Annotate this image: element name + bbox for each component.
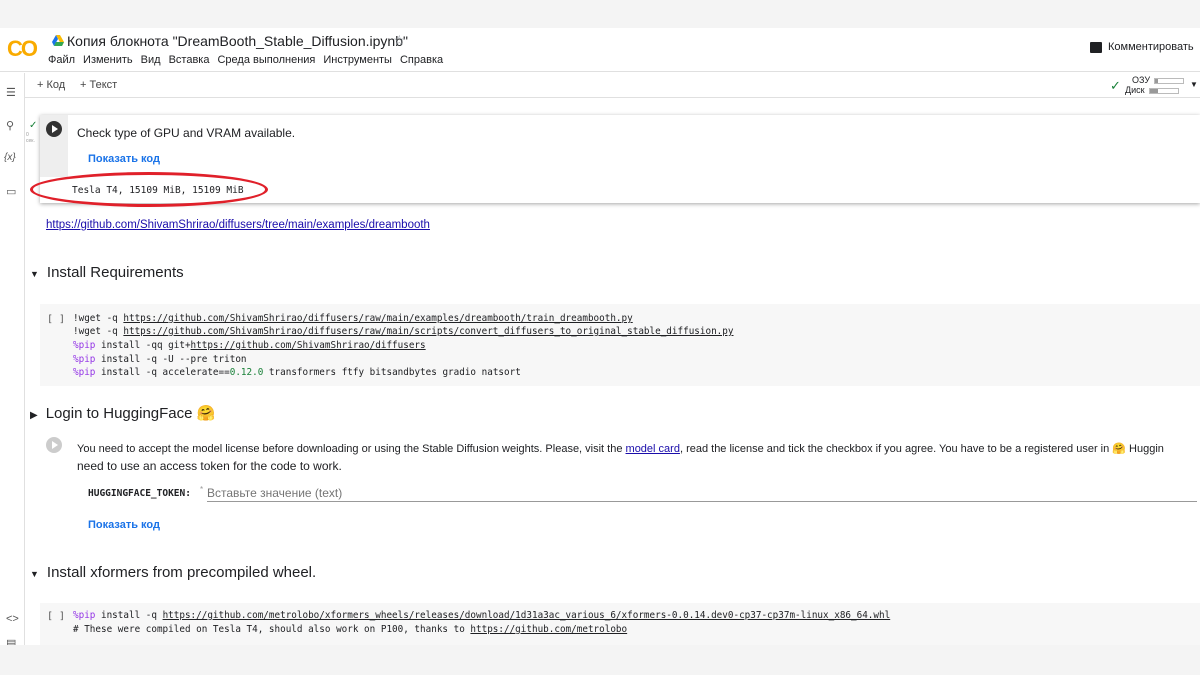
add-code-button[interactable]: + Код xyxy=(37,79,65,91)
dreambooth-link[interactable]: https://github.com/ShivamShrirao/diffuse… xyxy=(46,219,430,231)
resources-dropdown-icon[interactable]: ▼ xyxy=(1190,80,1198,89)
login-description: You need to accept the model license bef… xyxy=(77,443,1164,455)
section-title: Login to HuggingFace 🤗 xyxy=(45,405,216,422)
run-bracket[interactable]: [ ] xyxy=(47,611,65,622)
comment-button[interactable]: Комментировать xyxy=(1090,41,1194,53)
section-title: Install xformers from precompiled wheel. xyxy=(46,564,317,581)
folder-icon[interactable]: ▭ xyxy=(6,185,16,198)
token-label: HUGGINGFACE_TOKEN: xyxy=(88,488,191,499)
drive-icon[interactable] xyxy=(52,35,64,46)
run-button[interactable] xyxy=(46,121,62,137)
code-line: %pip install -q accelerate==0.12.0 trans… xyxy=(73,367,521,378)
menu-file[interactable]: Файл xyxy=(48,54,75,66)
disk-label: Диск xyxy=(1125,85,1145,95)
menu-insert[interactable]: Вставка xyxy=(169,54,210,66)
header: CO Копия блокнота "DreamBooth_Stable_Dif… xyxy=(0,28,1200,72)
menu-runtime[interactable]: Среда выполнения xyxy=(217,54,315,66)
search-icon[interactable]: ⚲ xyxy=(6,119,14,132)
menu-bar: Файл Изменить Вид Вставка Среда выполнен… xyxy=(48,54,443,66)
install-requirements-cell[interactable]: [ ] !wget -q https://github.com/ShivamSh… xyxy=(40,304,1200,386)
show-code-link[interactable]: Показать код xyxy=(88,519,160,531)
required-marker: * xyxy=(200,485,204,494)
comment-icon xyxy=(1090,41,1102,53)
section-title: Install Requirements xyxy=(46,264,184,281)
variables-icon[interactable]: {x} xyxy=(4,152,16,163)
collapse-icon[interactable]: ▼ xyxy=(30,269,39,279)
bottom-strip xyxy=(0,645,1200,675)
code-line: %pip install -q https://github.com/metro… xyxy=(73,610,891,621)
install-xformers-cell[interactable]: [ ] %pip install -q https://github.com/m… xyxy=(40,603,1200,645)
toolbar: + Код + Текст ✓ ОЗУ Диск ▼ xyxy=(25,73,1200,98)
toc-icon[interactable]: ☰ xyxy=(6,86,16,99)
model-card-link[interactable]: model card xyxy=(626,443,680,455)
ram-bar xyxy=(1154,77,1185,84)
code-comment: # These were compiled on Tesla T4, shoul… xyxy=(73,624,628,635)
section-install-xformers[interactable]: ▼ Install xformers from precompiled wheel… xyxy=(30,564,316,581)
section-login-huggingface[interactable]: ▶ Login to HuggingFace 🤗 xyxy=(30,404,215,422)
cell-gutter xyxy=(40,115,68,177)
run-button[interactable] xyxy=(46,437,62,453)
code-line: !wget -q https://github.com/ShivamShrira… xyxy=(73,313,633,324)
expand-icon[interactable]: ▶ xyxy=(30,410,38,421)
resources-indicator[interactable]: ОЗУ Диск xyxy=(1125,75,1185,95)
add-text-button[interactable]: + Текст xyxy=(80,79,117,91)
comment-label: Комментировать xyxy=(1108,41,1194,53)
section-install-requirements[interactable]: ▼ Install Requirements xyxy=(30,264,184,281)
login-description-2: need to use an access token for the code… xyxy=(77,459,342,473)
sidebar: ☰ ⚲ {x} ▭ <> ▤ xyxy=(0,73,25,675)
exec-check-icon: ✓ xyxy=(29,120,38,131)
run-bracket[interactable]: [ ] xyxy=(47,314,65,325)
highlight-ellipse xyxy=(30,172,268,207)
cell-title: Check type of GPU and VRAM available. xyxy=(77,126,296,140)
collapse-icon[interactable]: ▼ xyxy=(30,569,39,579)
menu-help[interactable]: Справка xyxy=(400,54,443,66)
token-input[interactable] xyxy=(207,484,1197,502)
show-code-link[interactable]: Показать код xyxy=(88,153,160,165)
menu-tools[interactable]: Инструменты xyxy=(323,54,392,66)
code-line: !wget -q https://github.com/ShivamShrira… xyxy=(73,326,734,337)
connected-check-icon: ✓ xyxy=(1110,78,1121,93)
colab-logo[interactable]: CO xyxy=(7,36,38,62)
star-icon[interactable]: ☆ xyxy=(393,32,406,49)
code-snippets-icon[interactable]: <> xyxy=(6,613,19,625)
disk-bar xyxy=(1148,87,1179,94)
exec-time: 0 сек. xyxy=(26,132,35,144)
code-line: %pip install -qq git+https://github.com/… xyxy=(73,340,426,351)
browser-strip xyxy=(0,0,1200,28)
menu-view[interactable]: Вид xyxy=(141,54,161,66)
notebook-title[interactable]: Копия блокнота "DreamBooth_Stable_Diffus… xyxy=(67,33,408,49)
ram-label: ОЗУ xyxy=(1132,75,1151,85)
menu-edit[interactable]: Изменить xyxy=(83,54,133,66)
code-line: %pip install -q -U --pre triton xyxy=(73,354,247,365)
